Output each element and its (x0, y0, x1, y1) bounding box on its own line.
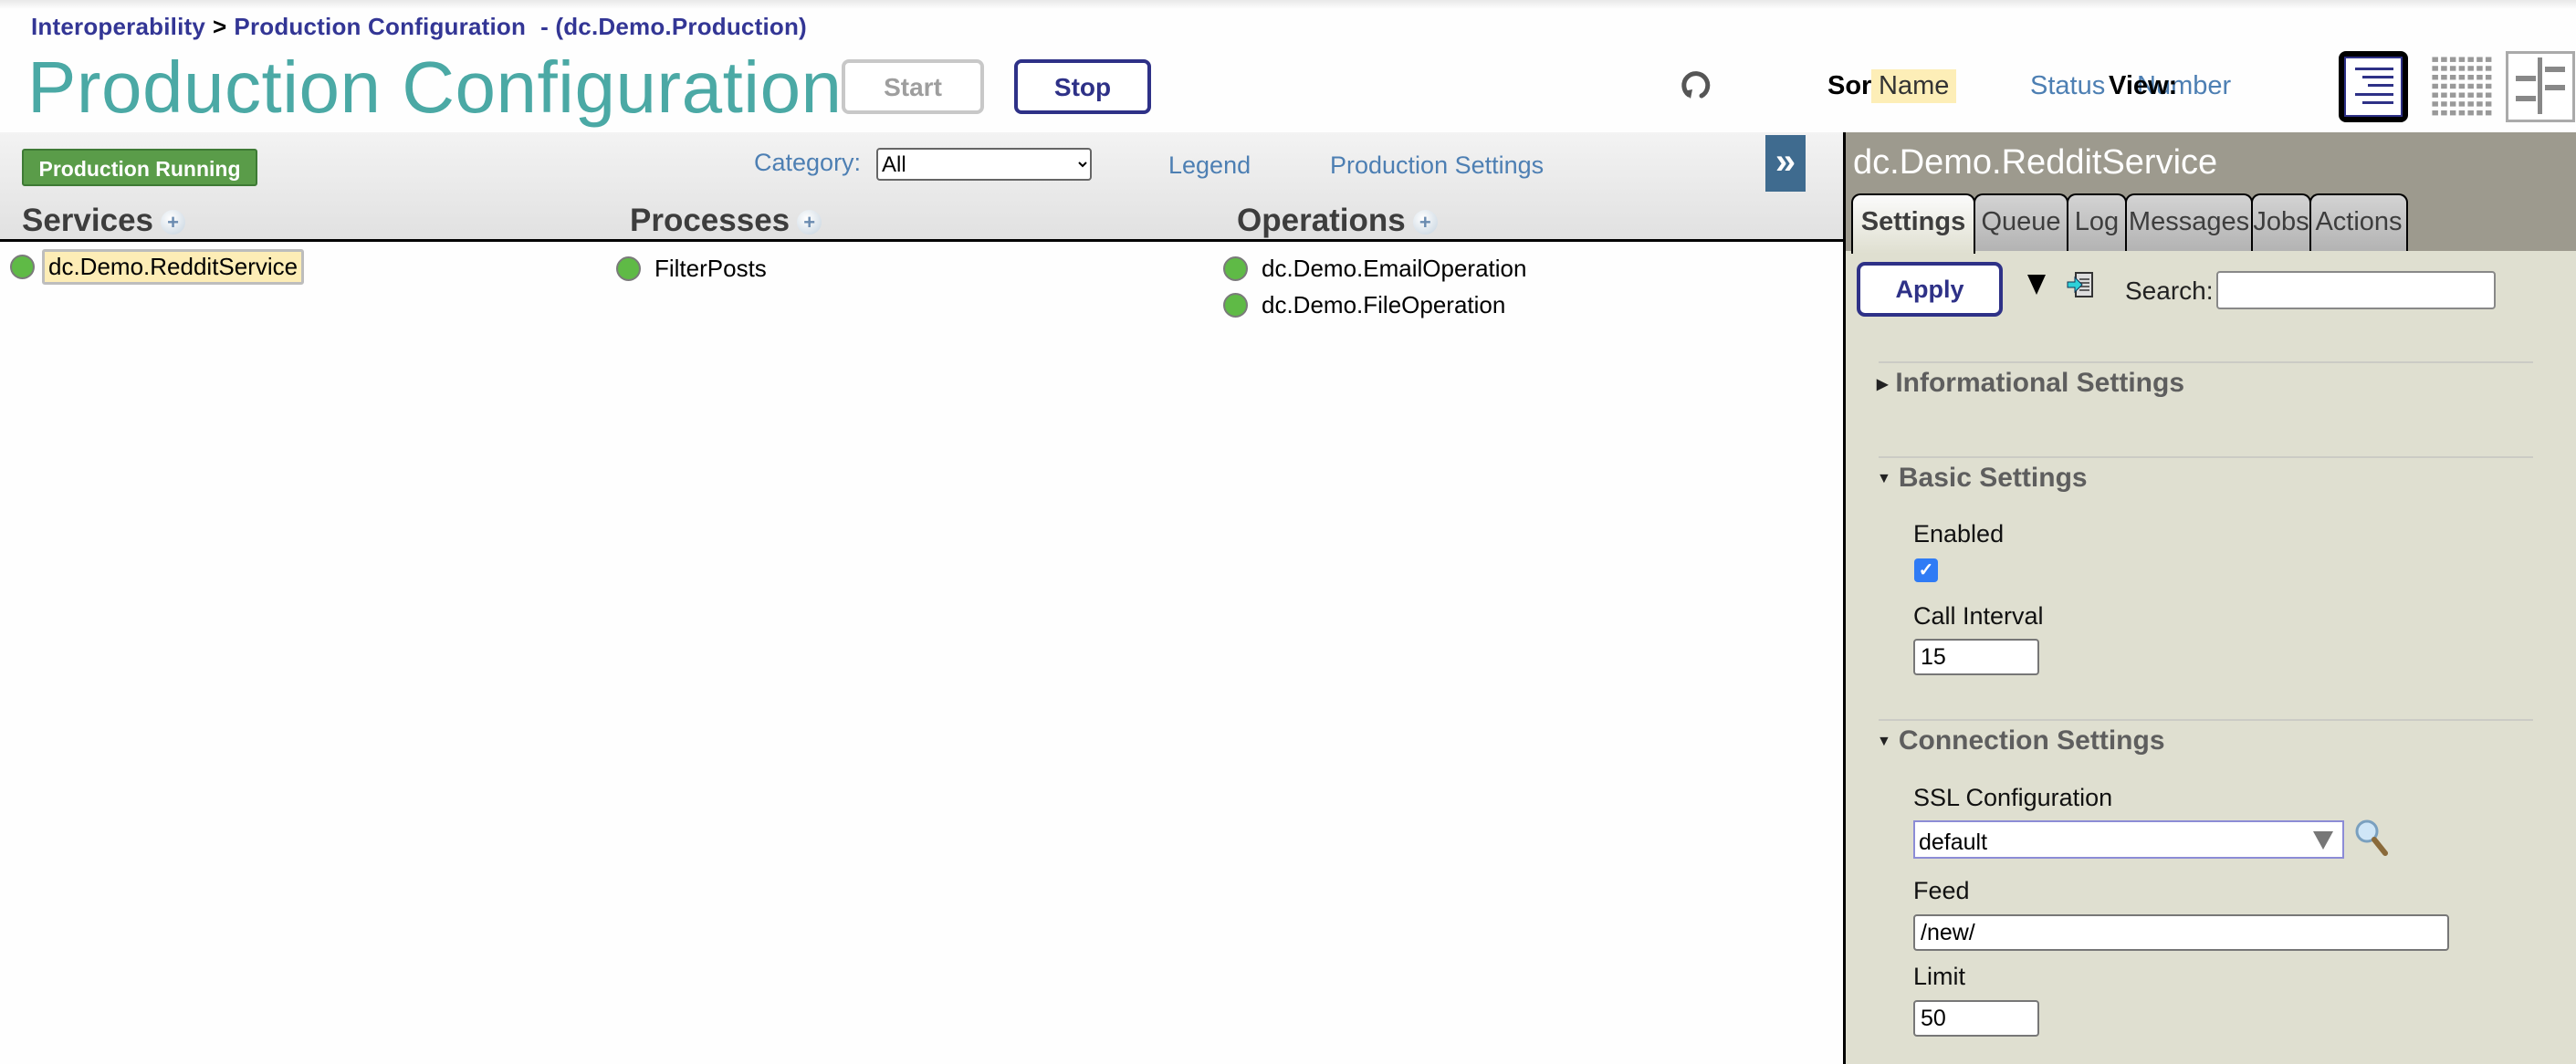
list-item[interactable]: dc.Demo.RedditService (10, 249, 305, 285)
collapse-panel-button[interactable]: » (1765, 135, 1806, 192)
apply-button[interactable]: Apply (1857, 262, 2003, 317)
status-badge: Production Running (22, 149, 257, 186)
search-label: Search: (2125, 276, 2214, 305)
tab-actions[interactable]: Actions (2309, 193, 2408, 251)
search-input[interactable] (2216, 271, 2496, 309)
breadcrumb-separator: > (213, 13, 227, 40)
limit-label: Limit (1913, 963, 1966, 990)
expanded-arrow-icon: ▼ (1877, 734, 1891, 750)
section-divider (1879, 719, 2533, 721)
list-item[interactable]: dc.Demo.FileOperation (1223, 287, 1512, 323)
add-service-icon[interactable]: + (161, 210, 186, 235)
informational-settings-header[interactable]: ▶ Informational Settings (1877, 368, 2184, 399)
item-label[interactable]: FilterPosts (648, 251, 773, 287)
sort-by-status[interactable]: Status (2023, 69, 2112, 103)
list-view-icon[interactable] (2339, 51, 2408, 122)
call-interval-label: Call Interval (1913, 602, 2044, 630)
item-label[interactable]: dc.Demo.RedditService (42, 249, 305, 285)
settings-panel: dc.Demo.RedditService Settings Queue Log… (1843, 132, 2576, 1064)
magnifier-icon[interactable] (2353, 819, 2390, 857)
breadcrumb-interoperability[interactable]: Interoperability (31, 13, 205, 40)
ssl-configuration-label: SSL Configuration (1913, 784, 2113, 811)
operations-title: Operations (1237, 203, 1406, 238)
section-divider (1879, 456, 2533, 458)
status-running-icon (10, 255, 35, 279)
status-running-icon (616, 256, 641, 281)
tab-log[interactable]: Log (2067, 193, 2127, 251)
dropdown-arrow-icon[interactable] (2313, 831, 2333, 850)
feed-label: Feed (1913, 877, 1970, 904)
expand-all-icon[interactable] (2027, 275, 2046, 295)
basic-settings-header[interactable]: ▼ Basic Settings (1877, 463, 2088, 494)
status-running-icon (1223, 293, 1248, 318)
category-label: Category: (754, 149, 862, 176)
operations-header: Operations + (1237, 203, 1438, 239)
add-operation-icon[interactable]: + (1412, 210, 1438, 235)
limit-input[interactable]: 50 (1913, 1000, 2039, 1037)
section-divider (1879, 361, 2533, 363)
services-header: Services + (22, 203, 186, 239)
processes-title: Processes (630, 203, 791, 238)
add-process-icon[interactable]: + (797, 210, 822, 235)
document-import-icon[interactable] (2066, 271, 2095, 300)
view-label: View: (2109, 71, 2178, 100)
section-title: Informational Settings (1895, 368, 2184, 398)
top-shade (0, 0, 2576, 9)
breadcrumb-production-configuration[interactable]: Production Configuration (234, 13, 526, 40)
call-interval-input[interactable]: 15 (1913, 639, 2039, 675)
collapsed-arrow-icon: ▶ (1877, 377, 1889, 393)
list-item[interactable]: dc.Demo.EmailOperation (1223, 251, 1533, 287)
panel-title: dc.Demo.RedditService (1853, 143, 2218, 182)
tab-jobs[interactable]: Jobs (2251, 193, 2311, 251)
ssl-configuration-value: default (1919, 829, 1988, 855)
item-label[interactable]: dc.Demo.EmailOperation (1255, 251, 1533, 287)
breadcrumb-production-name: - (dc.Demo.Production) (540, 13, 807, 40)
tab-queue[interactable]: Queue (1974, 193, 2068, 251)
tab-settings[interactable]: Settings (1851, 193, 1975, 254)
breadcrumb: Interoperability > Production Configuratio… (31, 13, 807, 41)
category-select[interactable]: All (876, 148, 1092, 181)
ssl-configuration-combo[interactable]: default (1913, 820, 2344, 859)
production-settings-link[interactable]: Production Settings (1330, 151, 1544, 180)
start-button[interactable]: Start (842, 59, 984, 114)
refresh-icon[interactable] (1678, 66, 1714, 102)
item-label[interactable]: dc.Demo.FileOperation (1255, 287, 1512, 323)
list-item[interactable]: FilterPosts (616, 251, 773, 287)
tab-messages[interactable]: Messages (2125, 193, 2253, 251)
processes-header: Processes + (630, 203, 822, 239)
feed-input[interactable]: /new/ (1913, 914, 2449, 951)
status-running-icon (1223, 256, 1248, 281)
section-title: Connection Settings (1898, 725, 2165, 756)
expanded-arrow-icon: ▼ (1877, 471, 1891, 487)
enabled-checkbox[interactable]: ✓ (1914, 558, 1938, 582)
stop-button[interactable]: Stop (1014, 59, 1151, 114)
page-title: Production Configuration (27, 47, 843, 128)
enabled-label: Enabled (1913, 520, 2005, 548)
sort-by-name[interactable]: Name (1871, 69, 1957, 103)
legend-link[interactable]: Legend (1168, 151, 1251, 180)
section-title: Basic Settings (1898, 463, 2088, 493)
grid-view-icon[interactable] (2428, 51, 2497, 122)
services-title: Services (22, 203, 154, 238)
tree-view-icon[interactable] (2506, 51, 2575, 122)
connection-settings-header[interactable]: ▼ Connection Settings (1877, 725, 2165, 756)
